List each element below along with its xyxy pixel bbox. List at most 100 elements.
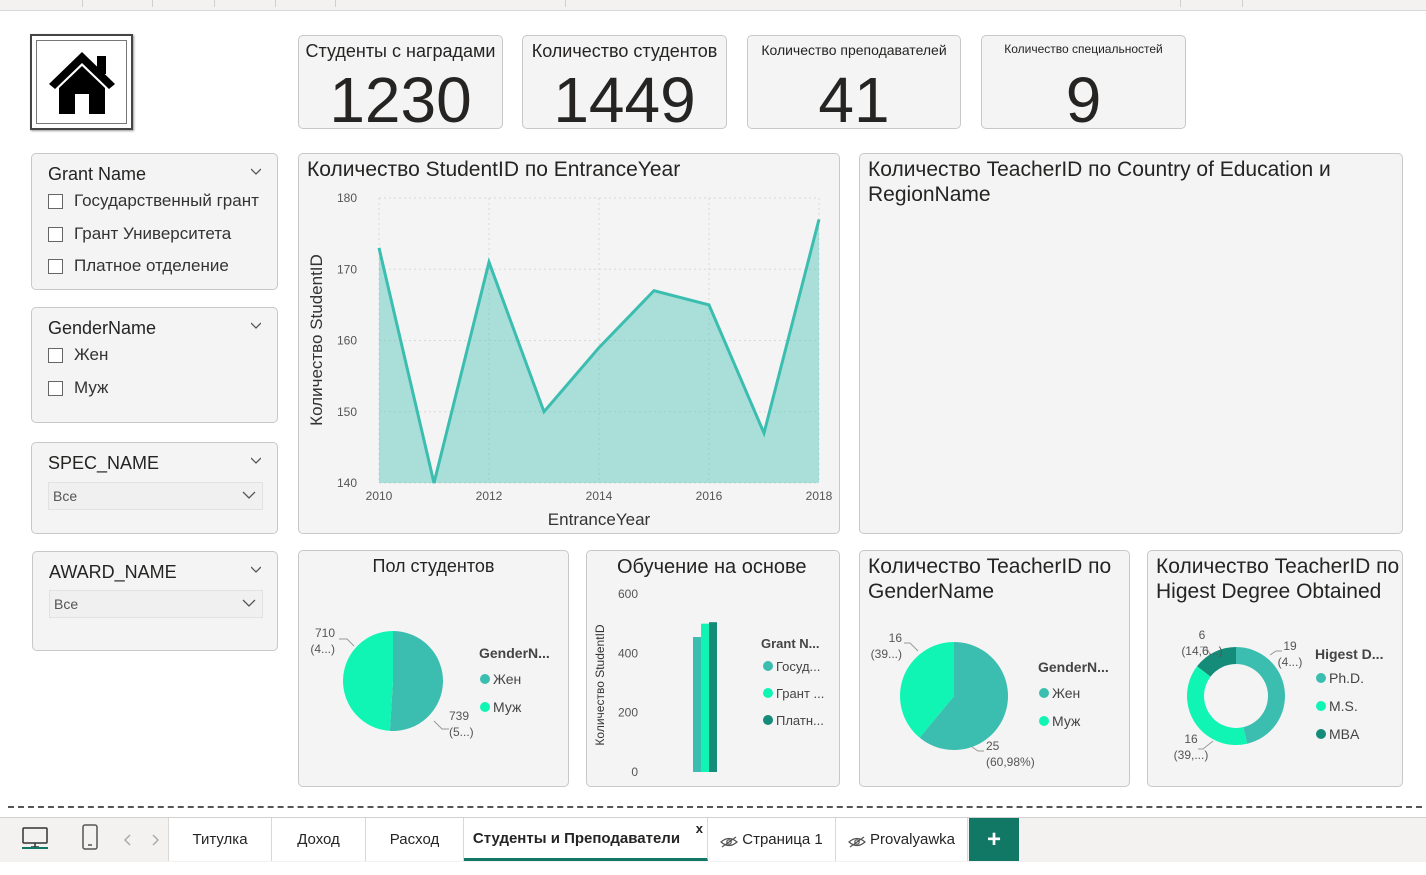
slicer-award-name[interactable]: AWARD_NAME Все <box>32 551 278 651</box>
tab-label: Страница 1 <box>742 831 823 848</box>
x-tick-label: 2012 <box>476 489 503 503</box>
kpi-card-teacher-count[interactable]: Количество преподавателей 41 <box>747 35 961 136</box>
kpi-card-student-count[interactable]: Количество студентов 1449 <box>522 35 727 136</box>
data-label: (39,...) <box>1174 748 1209 762</box>
y-tick-label: 600 <box>618 587 638 601</box>
data-label: 16 <box>1184 732 1198 746</box>
award-dropdown[interactable]: Все <box>49 590 263 618</box>
legend-label: Грант ... <box>776 686 824 701</box>
slicer-option[interactable]: Платное отделение <box>48 254 229 278</box>
chevron-right-icon[interactable] <box>151 834 159 846</box>
pie-chart: 739 (5...) 710 (4...) GenderN... Жен Муж <box>310 626 550 739</box>
legend-marker <box>1316 673 1326 683</box>
y-axis-title: Количество StudentID <box>593 624 607 745</box>
close-tab-icon[interactable]: x <box>696 821 703 836</box>
slicer-grant-name[interactable]: Grant Name Государственный грант Грант У… <box>31 153 278 290</box>
legend-marker <box>1316 701 1326 711</box>
student-gender-pie-visual[interactable]: Пол студентов 739 (5...) 710 (4...) GenderN.… <box>298 550 569 787</box>
data-label: 25 <box>986 739 1000 753</box>
home-icon <box>49 52 115 114</box>
slicer-option[interactable]: Грант Университета <box>48 222 231 246</box>
data-label: 19 <box>1283 639 1297 653</box>
tab-provalyawka[interactable]: Provalyawka <box>836 818 968 861</box>
legend-title: GenderN... <box>1038 659 1109 675</box>
y-tick-label: 160 <box>337 334 357 348</box>
slicer-spec-name[interactable]: SPEC_NAME Все <box>31 442 278 534</box>
slicer-title: AWARD_NAME <box>49 562 177 582</box>
slicer-option[interactable]: Муж <box>48 376 108 400</box>
data-label: (14,6...) <box>1181 644 1222 658</box>
chevron-left-icon[interactable] <box>124 834 132 846</box>
legend-label: Жен <box>1052 685 1080 701</box>
legend-label: Жен <box>493 671 521 687</box>
legend-marker <box>1039 716 1049 726</box>
x-axis-title: EntranceYear <box>548 510 651 529</box>
kpi-card-awarded-students[interactable]: Студенты с наградами 1230 <box>298 35 503 136</box>
kpi-card-specialty-count[interactable]: Количество специальностей 9 <box>981 35 1186 136</box>
slicer-option[interactable]: Жен <box>48 343 108 367</box>
data-label: (39...) <box>871 647 902 661</box>
data-label: 739 <box>449 709 469 723</box>
map-visual[interactable]: Количество TeacherID по Country of Educa… <box>859 153 1403 534</box>
tab-students-teachers[interactable]: Студенты и Преподаватели x <box>464 818 708 861</box>
tab-label: Provalyawka <box>869 831 956 848</box>
chevron-down-icon[interactable] <box>251 320 261 330</box>
tab-label: Титулка <box>192 831 248 848</box>
tab-label: Доход <box>297 831 340 848</box>
checkbox[interactable] <box>48 258 63 274</box>
data-label: 6 <box>1199 628 1206 642</box>
chevron-down-icon[interactable] <box>251 564 261 574</box>
kpi-value: 9 <box>1065 64 1102 136</box>
legend-label: Госуд... <box>776 659 820 674</box>
tab-rashod[interactable]: Расход <box>366 818 464 861</box>
option-label: Грант Университета <box>74 224 232 243</box>
kpi-value: 1449 <box>553 64 696 136</box>
dropdown-value: Все <box>53 488 78 504</box>
tab-dohod[interactable]: Доход <box>272 818 366 861</box>
donut-chart: 19 (4...) 16 (39,...) 6 (14,6...) Higest D... P… <box>1174 628 1384 762</box>
tab-titulka[interactable]: Титулка <box>168 818 272 861</box>
teacher-gender-pie-visual[interactable]: Количество TeacherID по GenderName 25 (60… <box>859 550 1130 787</box>
checkbox[interactable] <box>48 193 63 209</box>
slicer-option[interactable]: Государственный грант <box>48 189 259 213</box>
desktop-view-icon[interactable] <box>22 827 48 849</box>
data-label: (60,98%) <box>986 755 1035 769</box>
y-tick-label: 0 <box>631 765 638 779</box>
checkbox[interactable] <box>48 226 63 242</box>
degree-donut-visual[interactable]: Количество TeacherID по Higest Degree Ob… <box>1147 550 1403 787</box>
slicer-gender-name[interactable]: GenderName Жен Муж <box>31 307 278 423</box>
pie-slice <box>389 631 443 731</box>
tab-page-1[interactable]: Страница 1 <box>708 818 836 861</box>
legend-label: Муж <box>1052 713 1081 729</box>
legend-marker <box>480 702 490 712</box>
legend-marker <box>1316 729 1326 739</box>
legend-marker <box>763 715 773 725</box>
checkbox[interactable] <box>48 347 63 363</box>
checkbox[interactable] <box>48 380 63 396</box>
x-tick-label: 2010 <box>366 489 393 503</box>
legend-marker <box>763 688 773 698</box>
dropdown-value: Все <box>54 596 79 612</box>
bar <box>693 637 701 772</box>
area-chart-visual[interactable]: Количество StudentID по EntranceYear 140… <box>298 153 840 534</box>
data-label: (4...) <box>310 642 335 656</box>
x-tick-label: 2016 <box>696 489 723 503</box>
spec-dropdown[interactable]: Все <box>48 482 263 510</box>
training-basis-bar-visual[interactable]: Обучение на основе Количество StudentID … <box>586 550 840 787</box>
legend-label: Платн... <box>776 713 824 728</box>
legend-title: GenderN... <box>479 645 550 661</box>
option-label: Жен <box>74 345 109 364</box>
y-axis-title: Количество StudentID <box>307 254 326 426</box>
chevron-down-icon[interactable] <box>251 166 261 176</box>
home-button[interactable] <box>30 34 133 130</box>
y-tick-label: 150 <box>337 405 357 419</box>
x-tick-label: 2014 <box>586 489 613 503</box>
chevron-down-icon[interactable] <box>251 455 261 465</box>
mobile-view-icon[interactable] <box>82 824 98 850</box>
option-label: Государственный грант <box>74 191 259 210</box>
data-label: 710 <box>315 626 335 640</box>
legend-label: Муж <box>493 699 522 715</box>
option-label: Платное отделение <box>74 256 229 275</box>
add-page-button[interactable]: + <box>969 818 1019 861</box>
slicer-title: GenderName <box>48 318 157 338</box>
